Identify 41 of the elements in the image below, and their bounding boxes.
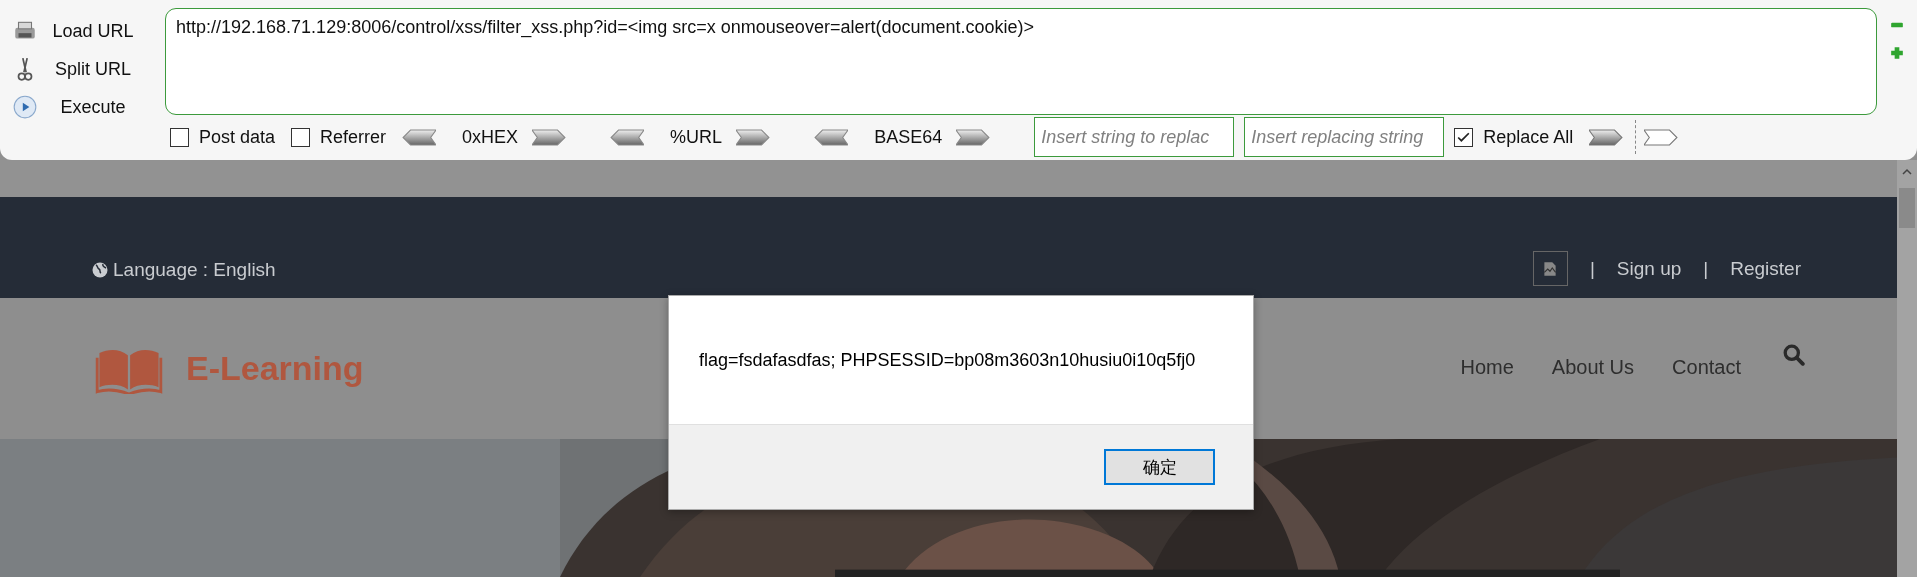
search-icon[interactable]: [1783, 344, 1805, 366]
left-arrow-button[interactable]: [402, 128, 437, 146]
scrollbar[interactable]: [1897, 160, 1917, 577]
ok-button[interactable]: 确定: [1104, 449, 1215, 485]
replace-field[interactable]: Insert replacing string: [1244, 117, 1445, 157]
nav-link[interactable]: Home: [1460, 356, 1514, 381]
separator: |: [1589, 257, 1595, 280]
replace-field[interactable]: Insert string to replac: [1034, 117, 1235, 157]
left-arrow-button[interactable]: [610, 128, 645, 146]
encoder-label: 0xHEX: [462, 126, 519, 148]
play-icon: [12, 94, 38, 120]
right-arrow-button[interactable]: [1589, 128, 1624, 146]
toolbar-button[interactable]: Split URL: [0, 50, 165, 88]
checkbox[interactable]: [291, 127, 311, 147]
encoder-label: %URL: [670, 126, 723, 148]
checkbox-label: Replace All: [1483, 126, 1574, 148]
top-link[interactable]: Register: [1730, 257, 1801, 280]
alert-message: flag=fsdafasdfas; PHPSESSID=bp08m3603n10husiu0i10q5fj0: [699, 349, 1196, 371]
checkbox-label: Referrer: [320, 126, 387, 148]
right-arrow-button[interactable]: [956, 128, 991, 146]
separator: |: [1703, 257, 1709, 280]
broken-image-icon: [1532, 251, 1568, 286]
url-field[interactable]: http://192.168.71.129:8006/control/xss/filter_xss.php?id=<img src=x onmouseover=alert(document.cookie)>: [165, 8, 1877, 115]
language-label[interactable]: Language : English: [113, 259, 276, 281]
right-arrow-button[interactable]: [736, 128, 771, 146]
checkbox-label: Post data: [199, 126, 276, 148]
scrollbar-thumb[interactable]: [1899, 188, 1915, 228]
globe-icon: [92, 262, 108, 278]
nav-link[interactable]: About Us: [1551, 356, 1635, 381]
toolbar-button[interactable]: Execute: [0, 88, 165, 126]
checkbox[interactable]: [170, 127, 189, 147]
right-arrow-button[interactable]: [532, 128, 567, 146]
right-arrow-button[interactable]: [1644, 128, 1679, 146]
toolbar-button[interactable]: Load URL: [0, 12, 165, 50]
top-link[interactable]: Sign up: [1616, 257, 1682, 280]
encoder-label: BASE64: [874, 126, 943, 148]
plus-icon[interactable]: [1890, 46, 1904, 60]
nav-link[interactable]: Contact: [1672, 356, 1741, 381]
left-arrow-button[interactable]: [814, 128, 849, 146]
scroll-up-icon[interactable]: [1901, 168, 1913, 176]
checkbox[interactable]: [1454, 127, 1474, 147]
